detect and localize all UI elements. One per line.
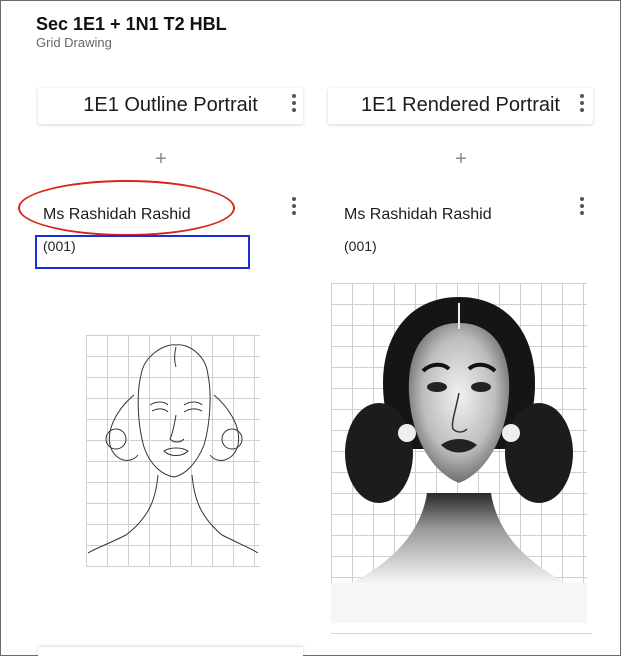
rendered-portrait-drawing [331,297,587,623]
blue-rectangle-annotation [35,235,250,269]
board-title: Sec 1E1 + 1N1 T2 HBL [36,14,227,34]
outline-portrait-image[interactable] [86,335,260,567]
board-subtitle: Grid Drawing [36,35,112,50]
add-post-plus-icon[interactable]: + [451,149,471,169]
post-author: Ms Rashidah Rashid [344,206,492,223]
add-post-plus-icon[interactable]: + [151,149,171,169]
column-menu-kebab-icon[interactable] [287,92,301,114]
post-menu-kebab-icon[interactable] [575,195,589,217]
board-header: Sec 1E1 + 1N1 T2 HBL Grid Drawing [36,13,227,51]
column-header-outline[interactable]: 1E1 Outline Portrait [38,88,303,124]
outline-sketch-drawing [87,344,259,554]
column-title: 1E1 Rendered Portrait [360,94,560,116]
red-ellipse-annotation [18,180,235,236]
post-menu-kebab-icon[interactable] [287,195,301,217]
post-number: (001) [344,238,377,254]
card-divider [331,633,592,634]
app-window: Sec 1E1 + 1N1 T2 HBL Grid Drawing 1E1 Ou… [0,0,621,657]
column-header-rendered[interactable]: 1E1 Rendered Portrait [328,88,593,124]
rendered-portrait-image[interactable] [331,283,587,623]
column-title: 1E1 Outline Portrait [83,94,258,116]
column-menu-kebab-icon[interactable] [575,92,589,114]
